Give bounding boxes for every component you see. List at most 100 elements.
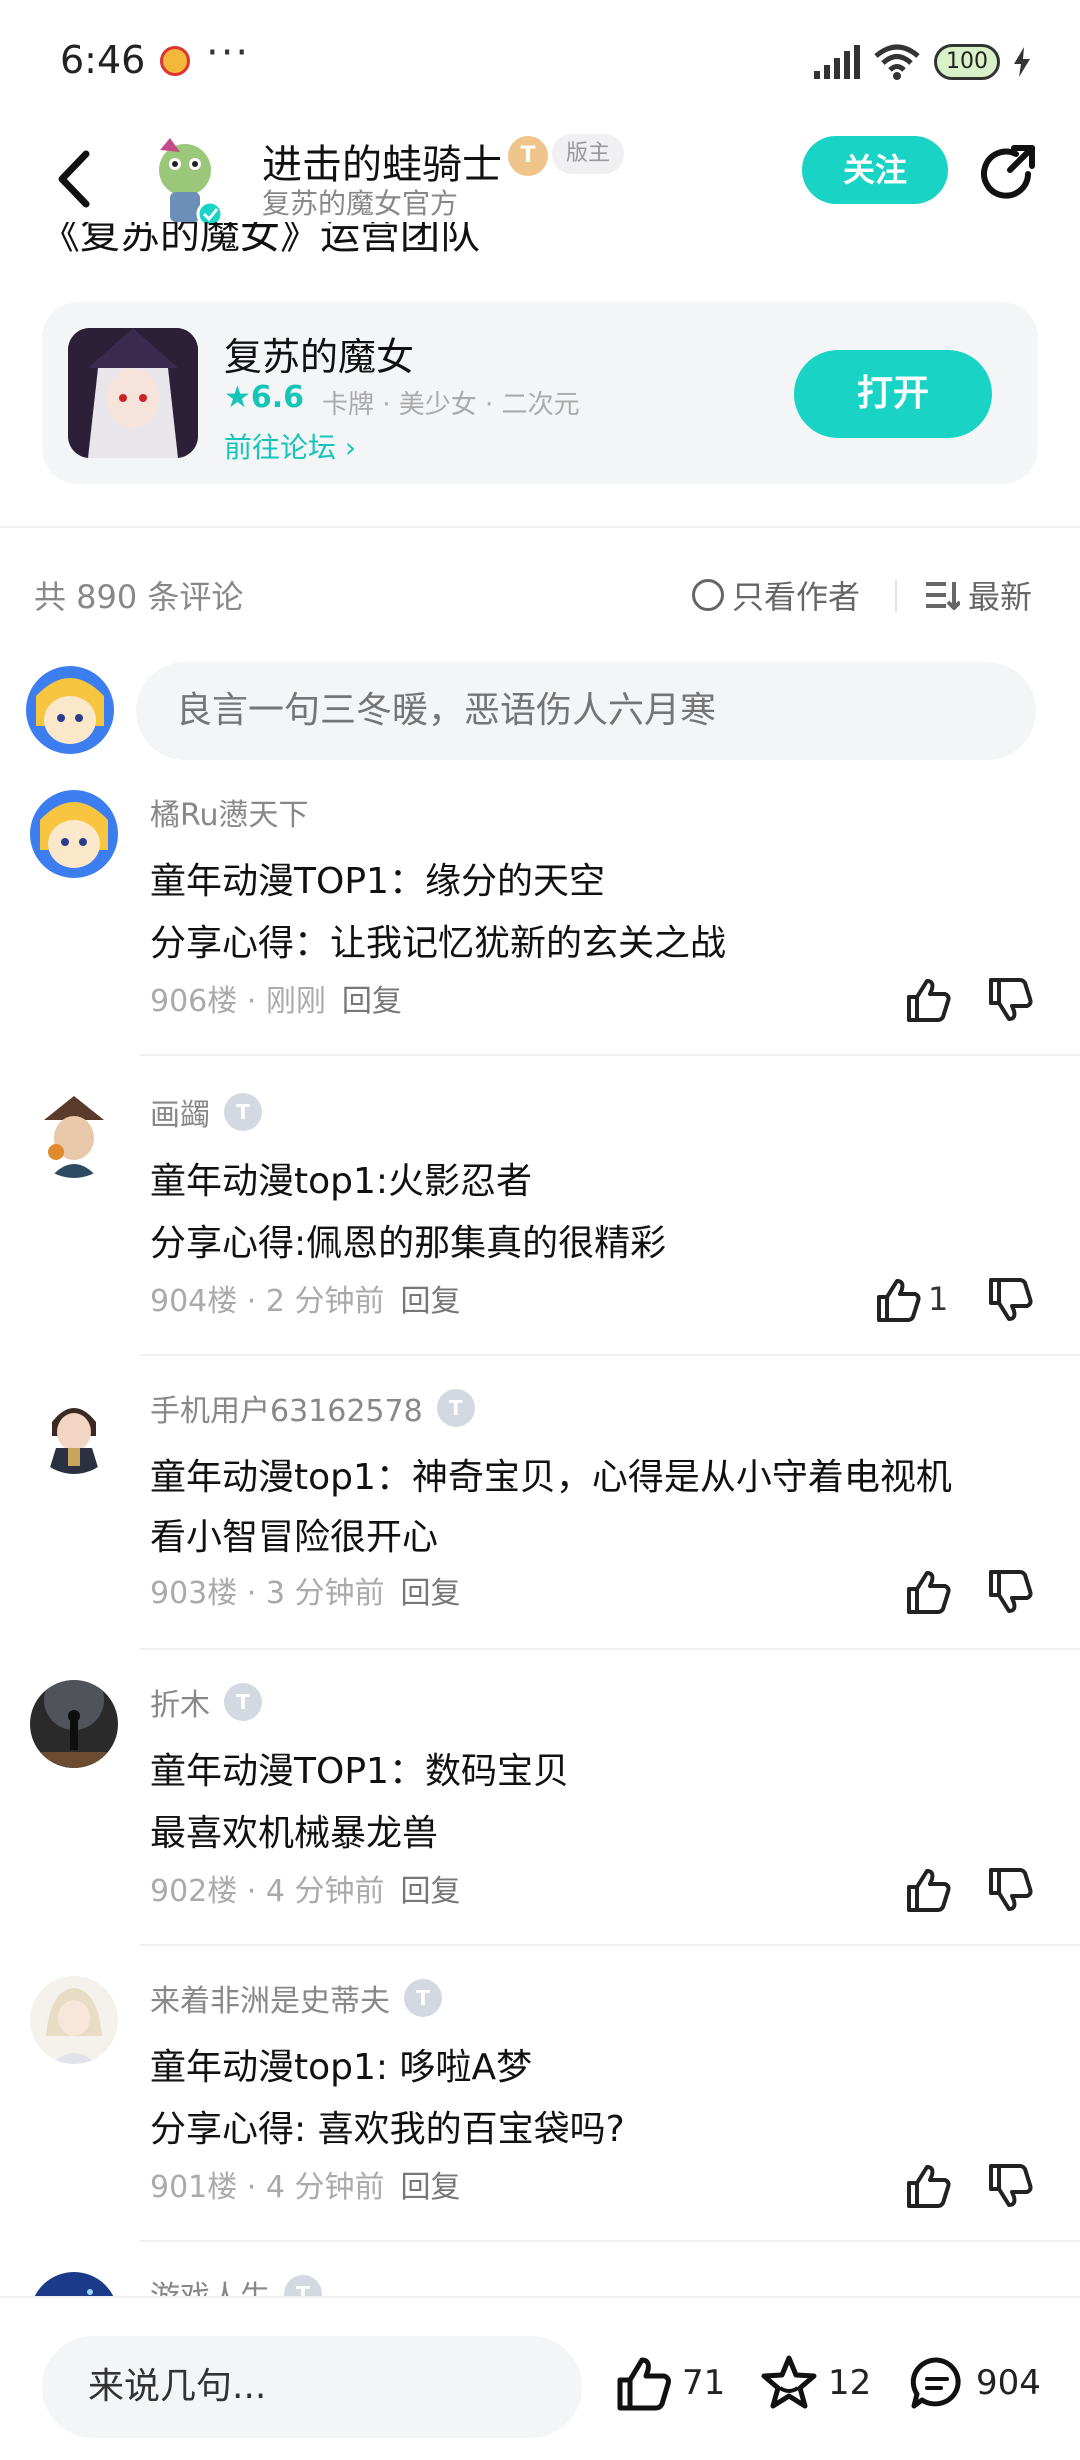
share-icon[interactable] [976,142,1040,206]
sort-label: 最新 [968,578,1033,616]
status-bar: 6:46 ··· 100 [0,0,1080,120]
open-game-button[interactable]: 打开 [794,350,992,438]
back-arrow-icon[interactable] [46,144,106,214]
author-only-label: 只看作者 [732,578,861,616]
comment-total: 904 [976,2363,1041,2403]
comment-count-button[interactable]: 904 [908,2354,1041,2412]
comment-divider [140,1648,1080,1650]
comment-meta: 906楼 · 刚刚 回复 [150,976,402,1020]
comment-item[interactable]: 来着非洲是史蒂夫 T 童年动漫top1: 哆啦A梦 分享心得: 喜欢我的百宝袋吗? 90… [0,1976,1080,2242]
comment-input[interactable] [136,662,1036,760]
thumb-up-icon [617,2357,671,2411]
reply-link[interactable]: 回复 [342,984,402,1019]
comment-text-line: 童年动漫TOP1：缘分的天空 [150,861,605,902]
star-icon [761,2355,817,2409]
reply-link[interactable]: 回复 [401,2170,461,2205]
game-card[interactable]: 复苏的魔女 ★6.6 卡牌 · 美少女 · 二次元 前往论坛 › 打开 [42,302,1038,484]
bottom-comment-input[interactable]: 来说几句... [42,2336,582,2438]
commenter-info[interactable]: 橘Ru懑天下 [150,790,309,834]
commenter-info[interactable]: 画蠲 T [150,1090,262,1134]
commenter-avatar[interactable] [30,1090,118,1178]
author-only-toggle[interactable]: 只看作者 [692,572,860,618]
game-rating: ★6.6 [224,380,305,415]
moderator-tag: 版主 [552,134,625,174]
comment-time: 2 分钟前 [265,1284,385,1319]
floor-number: 904楼 [150,1284,238,1319]
meta-separator: · [237,1284,266,1319]
floor-number: 902楼 [150,1874,238,1909]
comment-bubble-icon [910,2357,961,2409]
comment-meta: 904楼 · 2 分钟前 回复 [150,1276,461,1320]
comment-item[interactable]: 手机用户63162578 T 童年动漫top1：神奇宝贝，心得是从小守着电视机 看小智… [0,1386,1080,1650]
meta-separator: · [237,1576,266,1611]
my-avatar [26,666,114,754]
comment-meta: 901楼 · 4 分钟前 回复 [150,2162,461,2206]
commenter-name[interactable]: 橘Ru懑天下 [150,790,309,834]
battery-indicator: 100 [934,44,1000,80]
user-level-badge: T [436,1389,475,1427]
comment-dislike-icon[interactable] [986,1276,1034,1324]
comment-item[interactable]: 折木 T 童年动漫TOP1：数码宝贝 最喜欢机械暴龙兽 902楼 · 4 分钟前 回复 [0,1680,1080,1946]
reply-link[interactable]: 回复 [401,1576,461,1611]
comment-dislike-icon[interactable] [986,2162,1034,2210]
comment-item[interactable]: 画蠲 T 童年动漫top1:火影忍者分享心得:佩恩的那集真的很精彩 904楼 · 2 … [0,1090,1080,1356]
comment-text-line: 童年动漫TOP1：数码宝贝 [150,1751,569,1792]
sort-button[interactable]: 最新 [926,572,1032,618]
comment-divider [140,1944,1080,1946]
commenter-name[interactable]: 手机用户63162578 [150,1386,423,1430]
charging-icon [1014,47,1030,77]
comment-like-icon[interactable] [904,1866,952,1914]
commenter-info[interactable]: 手机用户63162578 T [150,1386,475,1430]
comment-time: 3 分钟前 [265,1576,385,1611]
commenter-name[interactable]: 折木 [150,1680,210,1724]
moderator-subtitle: 复苏的魔女官方 [262,187,459,220]
comment-time: 4 分钟前 [265,2170,385,2205]
forum-link[interactable]: 前往论坛 › [224,426,356,466]
comment-text-line: 童年动漫top1:火影忍者 [150,1161,533,1202]
reply-link[interactable]: 回复 [401,1874,461,1909]
comment-like-icon[interactable] [904,2162,952,2210]
status-time: 6:46 [60,38,146,82]
commenter-name[interactable]: 画蠲 [150,1090,210,1134]
commenter-avatar[interactable] [30,790,118,878]
commenter-avatar[interactable] [30,1680,118,1768]
comment-text-line: 分享心得:佩恩的那集真的很精彩 [150,1223,667,1264]
game-name: 复苏的魔女 [224,335,415,379]
follow-button[interactable]: 关注 [802,136,948,204]
user-level-badge: T [404,1979,442,2017]
floor-number: 903楼 [150,1576,238,1611]
comment-time: 刚刚 [265,984,326,1019]
commenter-info[interactable]: 折木 T [150,1680,262,1724]
wifi-icon [874,44,920,80]
post-like-button[interactable]: 71 [614,2354,725,2412]
reply-link[interactable]: 回复 [401,1284,461,1319]
section-divider [0,526,1080,528]
notification-icon [160,46,190,76]
meta-separator: · [237,1874,266,1909]
commenter-name[interactable]: 来着非洲是史蒂夫 [150,1976,390,2020]
comment-item[interactable]: 橘Ru懑天下 童年动漫TOP1：缘分的天空 分享心得：让我记忆犹新的玄关之战 906楼… [0,790,1080,1056]
post-like-count: 71 [682,2363,726,2403]
comment-divider [140,2240,1080,2242]
commenter-avatar[interactable] [30,1976,118,2064]
level-badge: T [508,136,548,176]
comment-meta: 902楼 · 4 分钟前 回复 [150,1866,461,1910]
comment-like-icon[interactable] [904,976,952,1024]
comment-like-icon[interactable] [904,1568,952,1616]
commenter-avatar[interactable] [30,1386,118,1474]
status-icons: 100 [814,40,1030,84]
comment-like-icon[interactable] [874,1276,922,1324]
comment-text-line: 童年动漫top1: 哆啦A梦 [150,2047,533,2088]
comment-dislike-icon[interactable] [986,976,1034,1024]
comment-time: 4 分钟前 [265,1874,385,1909]
comment-dislike-icon[interactable] [986,1866,1034,1914]
commenter-info[interactable]: 来着非洲是史蒂夫 T [150,1976,442,2020]
toolbar-separator [895,580,897,612]
comment-meta: 903楼 · 3 分钟前 回复 [150,1568,461,1612]
status-more-icon: ··· [206,30,251,76]
comment-dislike-icon[interactable] [986,1568,1034,1616]
radio-icon [692,579,724,611]
favorite-button[interactable]: 12 [760,2354,871,2412]
comment-like-count: 1 [928,1280,949,1318]
moderator-avatar[interactable] [140,130,230,230]
